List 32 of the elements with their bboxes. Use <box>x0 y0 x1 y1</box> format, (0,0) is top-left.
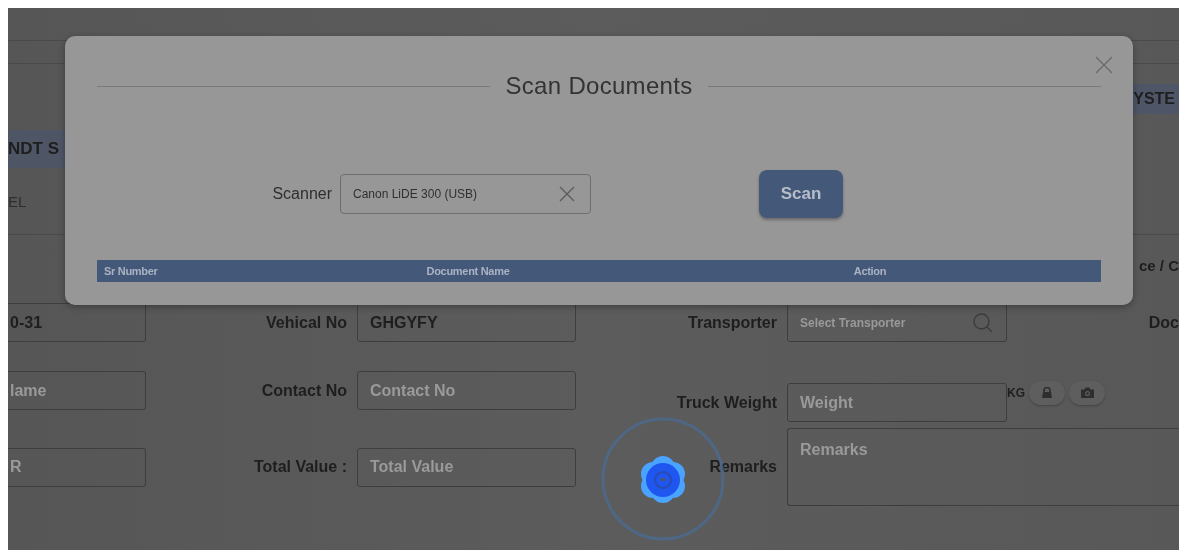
input-field[interactable]: Contact No <box>357 371 576 410</box>
camera-button[interactable] <box>1069 380 1105 405</box>
search-icon <box>972 311 994 334</box>
scanner-select[interactable]: Canon LiDE 300 (USB) <box>340 174 591 214</box>
label: ce / C <box>1138 256 1179 274</box>
close-button[interactable] <box>1093 54 1115 76</box>
remarks-field[interactable]: Remarks <box>787 428 1179 506</box>
camera-icon <box>1080 387 1094 398</box>
close-icon <box>1093 54 1115 76</box>
column-header[interactable]: Action <box>639 265 1101 277</box>
field-label: Vehical No <box>266 313 348 332</box>
scan-button[interactable]: Scan <box>759 170 843 218</box>
tab[interactable]: NDT S <box>8 130 65 168</box>
field-label: Total Value : <box>253 458 348 476</box>
input-field[interactable]: Weight <box>787 383 1007 422</box>
field-label: Transporter <box>688 313 778 332</box>
dialog-title: Scan Documents <box>505 72 693 100</box>
clear-icon[interactable] <box>558 185 576 203</box>
field-label: Remarks <box>709 458 778 476</box>
column-header[interactable]: Document Name <box>297 265 639 277</box>
lock-button[interactable] <box>1029 380 1065 405</box>
input-field[interactable]: Total Value <box>357 447 576 487</box>
column-header[interactable]: Sr Number <box>97 265 297 277</box>
field-label: Contact No <box>261 381 348 400</box>
lock-icon <box>1041 387 1053 398</box>
field-label: Truck Weight <box>676 393 778 412</box>
input-field[interactable]: lame <box>8 371 146 410</box>
tab[interactable]: YSTE <box>1131 84 1179 114</box>
field-label: Doc <box>1148 313 1179 332</box>
field-label: Scanner <box>271 185 333 203</box>
input-field[interactable]: R <box>8 447 146 487</box>
unit-label: KG <box>1007 385 1025 400</box>
